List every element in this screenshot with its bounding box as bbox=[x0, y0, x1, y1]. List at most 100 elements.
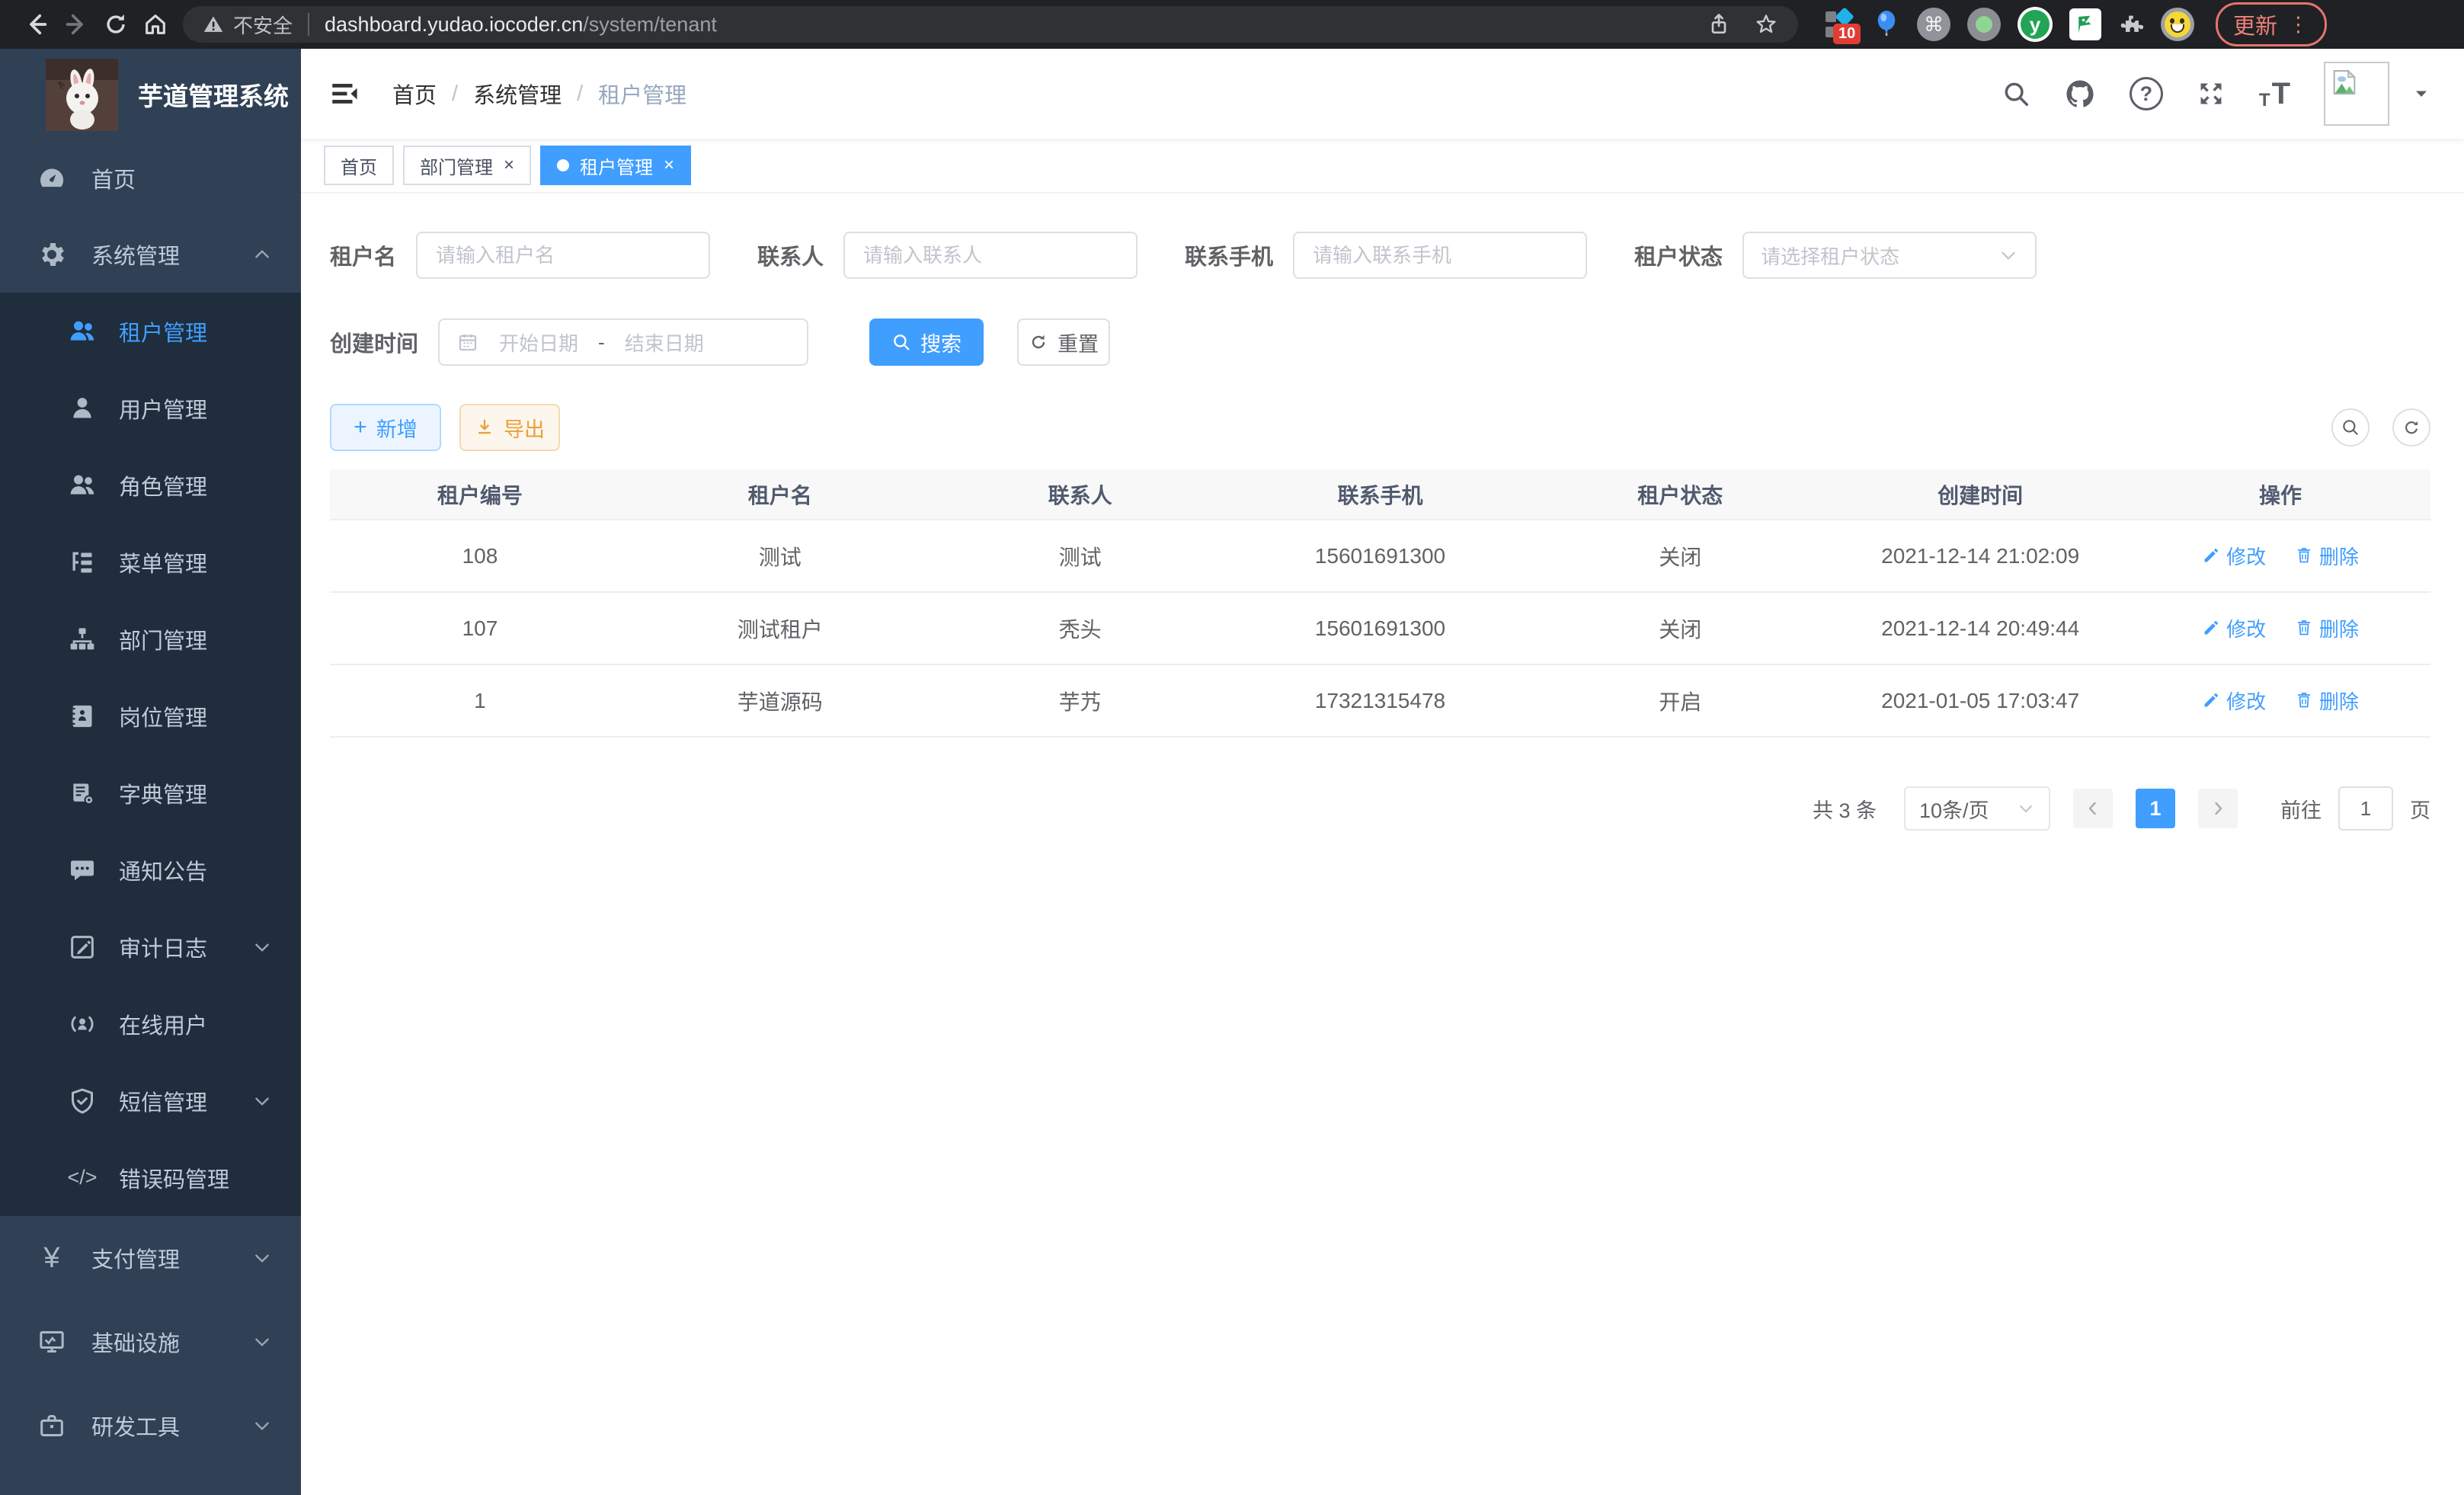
sidebar-item-audit-log[interactable]: 审计日志 bbox=[0, 908, 301, 985]
caret-down-icon[interactable] bbox=[2412, 85, 2430, 103]
logo[interactable]: 芋道管理系统 bbox=[0, 49, 301, 140]
sidebar-item-user[interactable]: 用户管理 bbox=[0, 370, 301, 447]
sidebar-item-notice[interactable]: 通知公告 bbox=[0, 831, 301, 908]
home-icon[interactable] bbox=[136, 5, 175, 44]
tab-tenant[interactable]: 租户管理× bbox=[540, 146, 691, 185]
delete-link[interactable]: 删除 bbox=[2295, 687, 2359, 715]
system-submenu: 租户管理 用户管理 角色管理 菜单管理 部门管理 岗位管理 bbox=[0, 293, 301, 1216]
page-size-select[interactable]: 10条/页 bbox=[1904, 786, 2050, 831]
page-unit-label: 页 bbox=[2410, 794, 2430, 824]
pagination: 共 3 条 10条/页 1 前往 页 bbox=[330, 786, 2430, 831]
sidebar-item-label: 租户管理 bbox=[119, 315, 207, 347]
sidebar-item-infra[interactable]: 基础设施 bbox=[0, 1300, 301, 1384]
navbar-actions: ? TT bbox=[2002, 62, 2430, 126]
filter-contact: 联系人 bbox=[757, 232, 1138, 279]
sidebar-item-system[interactable]: 系统管理 bbox=[0, 216, 301, 293]
edit-link[interactable]: 修改 bbox=[2202, 542, 2266, 570]
reload-icon[interactable] bbox=[96, 5, 136, 44]
next-page-button[interactable] bbox=[2198, 789, 2238, 828]
table-tools bbox=[2331, 408, 2430, 447]
close-icon[interactable]: × bbox=[504, 156, 514, 174]
sidebar-item-menu[interactable]: 菜单管理 bbox=[0, 523, 301, 600]
extensions-puzzle-icon[interactable] bbox=[2118, 11, 2144, 37]
tags-view-bar: 首页 部门管理× 租户管理× bbox=[301, 139, 2464, 194]
help-icon[interactable]: ? bbox=[2130, 77, 2163, 110]
delete-link[interactable]: 删除 bbox=[2295, 614, 2359, 642]
search-icon[interactable] bbox=[2002, 79, 2030, 108]
bookmark-star-icon[interactable] bbox=[1754, 12, 1778, 37]
page-number[interactable]: 1 bbox=[2136, 789, 2175, 828]
close-icon[interactable]: × bbox=[664, 156, 674, 174]
avatar[interactable] bbox=[2324, 62, 2389, 126]
sidebar-item-dept[interactable]: 部门管理 bbox=[0, 600, 301, 677]
search-button[interactable]: 搜索 bbox=[869, 319, 984, 366]
breadcrumb-system[interactable]: 系统管理 bbox=[473, 78, 562, 110]
extension-recorder-icon[interactable] bbox=[1967, 8, 2001, 41]
export-button[interactable]: 导出 bbox=[459, 404, 560, 451]
field-label: 联系手机 bbox=[1185, 239, 1273, 271]
extension-tabs-icon[interactable]: 10 bbox=[1824, 8, 1856, 40]
column-header: 创建时间 bbox=[1830, 469, 2130, 520]
contact-input[interactable] bbox=[843, 232, 1138, 279]
chrome-update-button[interactable]: 更新 ⋮ bbox=[2216, 2, 2327, 46]
sidebar-item-role[interactable]: 角色管理 bbox=[0, 447, 301, 523]
sidebar-item-sms[interactable]: 短信管理 bbox=[0, 1062, 301, 1139]
filter-create-time: 创建时间 开始日期 - 结束日期 bbox=[330, 319, 808, 366]
fullscreen-icon[interactable] bbox=[2197, 79, 2226, 108]
sidebar-item-error-code[interactable]: </> 错误码管理 bbox=[0, 1139, 301, 1216]
extension-command-icon[interactable]: ⌘ bbox=[1917, 8, 1950, 41]
field-label: 联系人 bbox=[757, 239, 824, 271]
github-icon[interactable] bbox=[2064, 78, 2096, 110]
share-icon[interactable] bbox=[1707, 12, 1731, 37]
extension-flag-icon[interactable] bbox=[2069, 8, 2101, 40]
refresh-table-button[interactable] bbox=[2392, 408, 2430, 447]
sidebar-item-dict[interactable]: 字典管理 bbox=[0, 754, 301, 831]
tab-home[interactable]: 首页 bbox=[324, 146, 394, 185]
pencil-icon bbox=[2202, 619, 2220, 637]
prev-page-button[interactable] bbox=[2073, 789, 2113, 828]
tab-dept[interactable]: 部门管理× bbox=[403, 146, 531, 185]
sidebar-item-online-user[interactable]: 在线用户 bbox=[0, 985, 301, 1062]
extension-yudao-icon[interactable]: y bbox=[2018, 7, 2053, 42]
address-bar[interactable]: 不安全 dashboard.yudao.iocoder.cn/system/te… bbox=[183, 6, 1798, 43]
status-select[interactable]: 请选择租户状态 bbox=[1742, 232, 2037, 279]
user-icon bbox=[66, 393, 99, 424]
font-size-icon[interactable]: TT bbox=[2259, 77, 2290, 111]
sidebar: 芋道管理系统 首页 系统管理 租户管理 用户管理 角色管理 bbox=[0, 49, 301, 1495]
sidebar-item-post[interactable]: 岗位管理 bbox=[0, 677, 301, 754]
sidebar-item-label: 菜单管理 bbox=[119, 546, 207, 578]
cell-contact: 秃头 bbox=[930, 592, 1230, 664]
yen-icon: ¥ bbox=[35, 1242, 69, 1275]
add-button[interactable]: + 新增 bbox=[330, 404, 441, 451]
extension-emoji-icon[interactable] bbox=[2161, 8, 2194, 41]
edit-link[interactable]: 修改 bbox=[2202, 614, 2266, 642]
sidebar-item-home[interactable]: 首页 bbox=[0, 140, 301, 216]
cell-tenant-id: 108 bbox=[330, 520, 630, 592]
sidebar-item-devtools[interactable]: 研发工具 bbox=[0, 1384, 301, 1468]
cell-tenant-name: 测试租户 bbox=[630, 592, 930, 664]
table-row: 108 测试 测试 15601691300 关闭 2021-12-14 21:0… bbox=[330, 520, 2430, 592]
security-warning[interactable]: 不安全 bbox=[203, 11, 293, 39]
delete-link[interactable]: 删除 bbox=[2295, 542, 2359, 570]
show-search-button[interactable] bbox=[2331, 408, 2370, 447]
forward-icon[interactable] bbox=[56, 5, 96, 44]
calendar-icon bbox=[456, 331, 479, 354]
browser-menu-icon[interactable]: ⋮ bbox=[2288, 13, 2309, 37]
sidebar-item-pay[interactable]: ¥ 支付管理 bbox=[0, 1216, 301, 1300]
plus-icon: + bbox=[354, 415, 367, 440]
cell-tenant-id: 1 bbox=[330, 664, 630, 737]
goto-page-input[interactable] bbox=[2338, 786, 2393, 831]
tenant-name-input[interactable] bbox=[416, 232, 710, 279]
date-range-picker[interactable]: 开始日期 - 结束日期 bbox=[438, 319, 808, 366]
sidebar-collapse-icon[interactable] bbox=[328, 78, 360, 110]
breadcrumb-home[interactable]: 首页 bbox=[392, 78, 437, 110]
reset-button[interactable]: 重置 bbox=[1017, 319, 1110, 366]
cell-create-time: 2021-01-05 17:03:47 bbox=[1830, 664, 2130, 737]
briefcase-icon bbox=[35, 1410, 69, 1441]
sidebar-item-tenant[interactable]: 租户管理 bbox=[0, 293, 301, 370]
back-icon[interactable] bbox=[17, 5, 56, 44]
update-label: 更新 bbox=[2233, 8, 2277, 40]
extension-balloon-icon[interactable] bbox=[1873, 9, 1900, 40]
mobile-input[interactable] bbox=[1293, 232, 1587, 279]
edit-link[interactable]: 修改 bbox=[2202, 687, 2266, 715]
